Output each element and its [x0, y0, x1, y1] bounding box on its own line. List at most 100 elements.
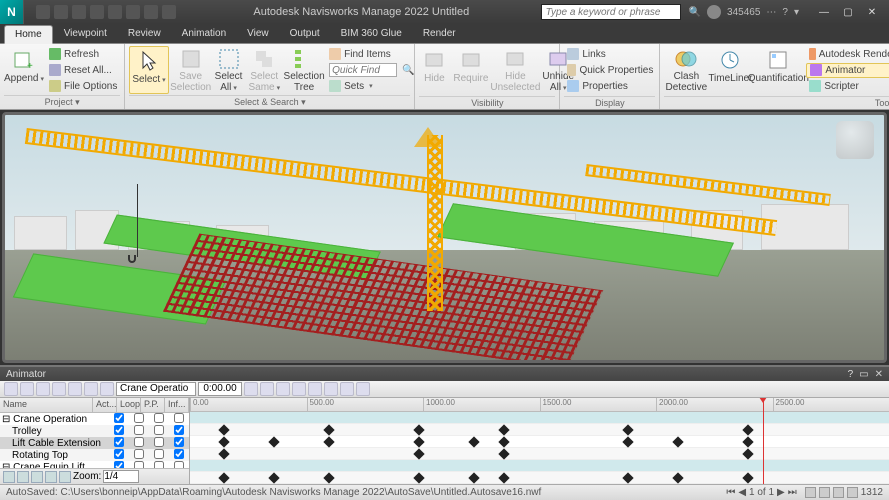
- qat-print-icon[interactable]: [90, 5, 104, 19]
- col-name[interactable]: Name: [0, 398, 93, 412]
- tree-row[interactable]: ⊟ Crane Operation: [0, 413, 189, 425]
- qat-save-icon[interactable]: [72, 5, 86, 19]
- play-icon[interactable]: [324, 382, 338, 396]
- keyframe[interactable]: [218, 424, 229, 435]
- inf-checkbox[interactable]: [174, 413, 184, 423]
- selection-tree-button[interactable]: Selection Tree: [284, 46, 324, 94]
- minimize-button[interactable]: —: [813, 4, 835, 20]
- keyframe[interactable]: [743, 436, 754, 447]
- pause-icon[interactable]: [308, 382, 322, 396]
- tab-render[interactable]: Render: [413, 24, 466, 43]
- sheet-prev-icon[interactable]: ◀: [738, 487, 746, 498]
- animator-pin-icon[interactable]: ▭: [859, 369, 868, 380]
- select-same-button[interactable]: Select Same: [246, 46, 282, 94]
- anim-rotate-icon[interactable]: [20, 382, 34, 396]
- sets-button[interactable]: Sets: [326, 79, 412, 94]
- view-cube[interactable]: [836, 121, 874, 159]
- 3d-viewport[interactable]: [2, 112, 887, 363]
- timeline-row[interactable]: [190, 436, 889, 448]
- tab-bim-360-glue[interactable]: BIM 360 Glue: [331, 24, 412, 43]
- qat-redo-icon[interactable]: [126, 5, 140, 19]
- ffwd-icon[interactable]: [356, 382, 370, 396]
- timeline-row[interactable]: [190, 448, 889, 460]
- anim-color-icon[interactable]: [52, 382, 66, 396]
- keyframe[interactable]: [623, 424, 634, 435]
- qat-undo-icon[interactable]: [108, 5, 122, 19]
- sheet-nav[interactable]: ⏮ ◀ 1 of 1 ▶ ⏭: [726, 487, 796, 498]
- select-button[interactable]: Select: [129, 46, 168, 94]
- require-button[interactable]: Require: [451, 46, 490, 94]
- timeline-row[interactable]: [190, 424, 889, 436]
- keyframe[interactable]: [673, 472, 684, 483]
- append-button[interactable]: + Append: [4, 46, 44, 94]
- loop-checkbox[interactable]: [134, 449, 144, 459]
- save-selection-button[interactable]: Save Selection: [171, 46, 211, 94]
- delete-icon[interactable]: [59, 471, 71, 483]
- step-fwd-icon[interactable]: [340, 382, 354, 396]
- quick-properties-button[interactable]: Quick Properties: [564, 63, 656, 78]
- animator-titlebar[interactable]: Animator ? ▭ ✕: [0, 367, 889, 381]
- hide-unselected-button[interactable]: Hide Unselected: [492, 46, 538, 94]
- tab-home[interactable]: Home: [4, 25, 53, 44]
- keyframe[interactable]: [218, 436, 229, 447]
- tab-viewpoint[interactable]: Viewpoint: [54, 24, 117, 43]
- keyframe[interactable]: [498, 424, 509, 435]
- tree-row[interactable]: ⊟ Crane Equip Lift: [0, 461, 189, 468]
- help-drop-icon[interactable]: ▾: [794, 7, 799, 18]
- tree-row[interactable]: Trolley: [0, 425, 189, 437]
- user-id[interactable]: 345465: [727, 7, 760, 18]
- pp-checkbox[interactable]: [154, 437, 164, 447]
- keyframe[interactable]: [218, 472, 229, 483]
- quick-find-input[interactable]: [329, 63, 397, 77]
- qat-open-icon[interactable]: [54, 5, 68, 19]
- play-back-icon[interactable]: [276, 382, 290, 396]
- scripter-button[interactable]: Scripter: [806, 79, 889, 94]
- sheet-first-icon[interactable]: ⏮: [726, 487, 735, 498]
- rewind-icon[interactable]: [244, 382, 258, 396]
- links-button[interactable]: Links: [564, 47, 656, 62]
- pp-checkbox[interactable]: [154, 425, 164, 435]
- add-folder-icon[interactable]: [45, 471, 57, 483]
- keyframe[interactable]: [413, 448, 424, 459]
- keyframe[interactable]: [743, 448, 754, 459]
- anim-capture-icon[interactable]: [84, 382, 98, 396]
- timeline[interactable]: 0.00500.001000.001500.002000.002500.0030…: [190, 398, 889, 484]
- keyframe[interactable]: [268, 436, 279, 447]
- col-pp[interactable]: P.P.: [141, 398, 165, 412]
- playhead[interactable]: [763, 398, 764, 484]
- inf-checkbox[interactable]: [174, 425, 184, 435]
- search-submit-icon[interactable]: 🔍: [689, 7, 701, 18]
- tab-review[interactable]: Review: [118, 24, 171, 43]
- anim-scale-icon[interactable]: [36, 382, 50, 396]
- active-checkbox[interactable]: [114, 425, 124, 435]
- keyframe[interactable]: [743, 472, 754, 483]
- find-items-button[interactable]: Find Items: [326, 47, 412, 62]
- keyframe[interactable]: [743, 424, 754, 435]
- timeliner-button[interactable]: TimeLiner: [710, 46, 750, 94]
- quick-find-go-icon[interactable]: 🔍: [402, 65, 414, 76]
- loop-checkbox[interactable]: [134, 425, 144, 435]
- keyframe[interactable]: [468, 436, 479, 447]
- restore-button[interactable]: ▢: [837, 4, 859, 20]
- keyframe[interactable]: [673, 436, 684, 447]
- step-back-icon[interactable]: [260, 382, 274, 396]
- loop-checkbox[interactable]: [134, 437, 144, 447]
- reset-all-button[interactable]: Reset All...: [46, 63, 120, 78]
- active-checkbox[interactable]: [114, 449, 124, 459]
- keyframe[interactable]: [468, 472, 479, 483]
- user-avatar-icon[interactable]: [707, 5, 721, 19]
- time-field[interactable]: 0:00.00: [198, 382, 242, 396]
- keyframe[interactable]: [498, 472, 509, 483]
- animator-close-icon[interactable]: ✕: [875, 369, 883, 380]
- timeline-ruler[interactable]: 0.00500.001000.001500.002000.002500.0030…: [190, 398, 889, 412]
- add-scene-icon[interactable]: [3, 471, 15, 483]
- qat-select-icon[interactable]: [144, 5, 158, 19]
- keyframe[interactable]: [623, 472, 634, 483]
- keyframe[interactable]: [498, 448, 509, 459]
- sheet-next-icon[interactable]: ▶: [777, 487, 785, 498]
- tree-row[interactable]: Lift Cable Extension: [0, 437, 189, 449]
- disk-icon[interactable]: [819, 487, 830, 498]
- file-options-button[interactable]: File Options: [46, 79, 120, 94]
- keyframe[interactable]: [498, 436, 509, 447]
- app-menu-button[interactable]: N: [0, 0, 24, 24]
